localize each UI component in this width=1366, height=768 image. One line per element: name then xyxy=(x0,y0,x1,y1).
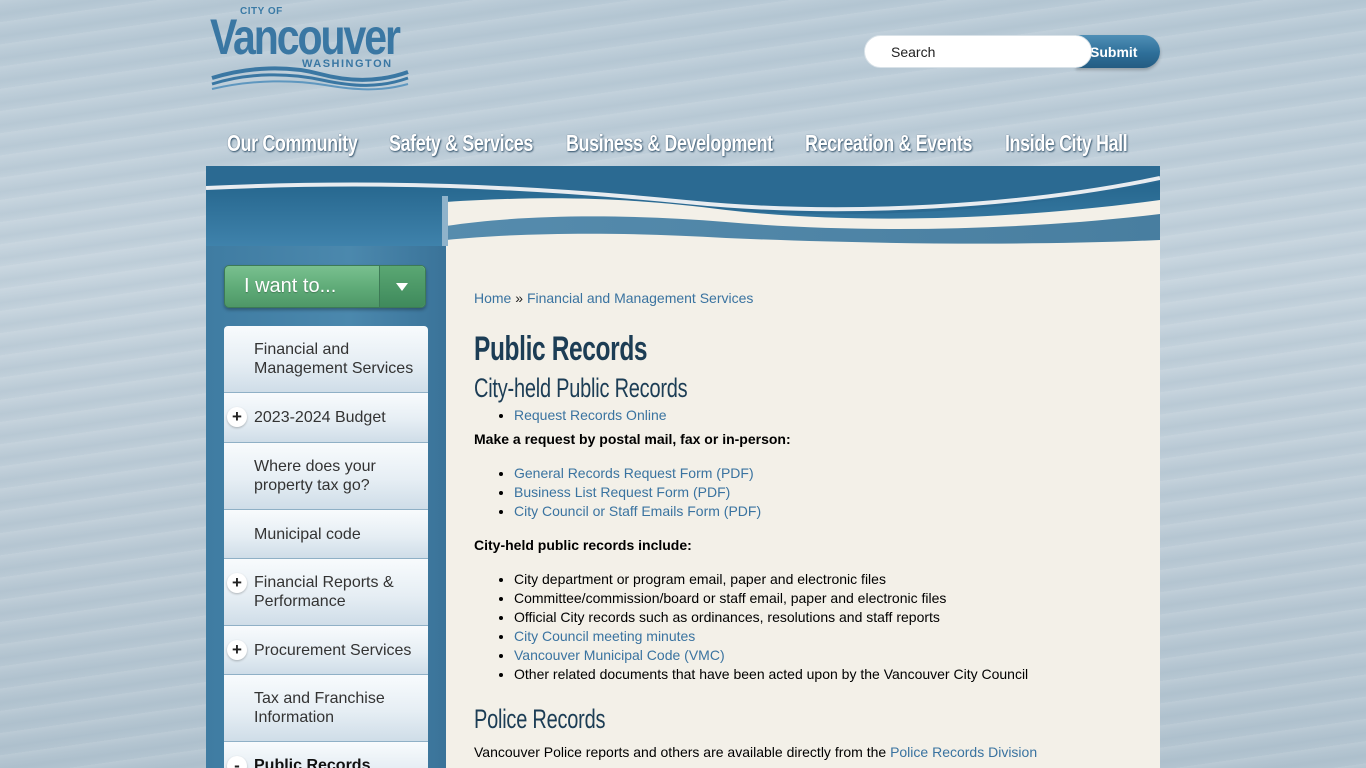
sidebar-item-procurement[interactable]: + Procurement Services xyxy=(224,626,428,675)
city-logo[interactable]: CITY OF Vancouver WASHINGTON xyxy=(210,6,410,92)
sidebar-item-municipal-code[interactable]: Municipal code xyxy=(224,510,428,559)
municipal-code-link[interactable]: Vancouver Municipal Code (VMC) xyxy=(514,647,725,663)
search-input[interactable] xyxy=(864,35,1092,68)
breadcrumb-parent-link[interactable]: Financial and Management Services xyxy=(527,290,753,306)
sidebar-item-financial-reports[interactable]: + Financial Reports & Performance xyxy=(224,559,428,626)
council-emails-form-link[interactable]: City Council or Staff Emails Form (PDF) xyxy=(514,503,761,519)
nav-safety-services[interactable]: Safety & Services xyxy=(389,130,533,157)
sidebar-item-label: Where does your property tax go? xyxy=(254,458,376,494)
sidebar-item-budget[interactable]: + 2023-2024 Budget xyxy=(224,393,428,443)
sidebar-item-property-tax[interactable]: Where does your property tax go? xyxy=(224,443,428,510)
mail-request-lead: Make a request by postal mail, fax or in… xyxy=(474,431,791,447)
content-frame: I want to... Financial and Management Se… xyxy=(206,166,1160,768)
sidebar-item-label: Tax and Franchise Information xyxy=(254,690,385,726)
list-item: City department or program email, paper … xyxy=(514,570,1134,589)
expand-plus-icon[interactable]: + xyxy=(227,407,247,427)
nav-recreation-events[interactable]: Recreation & Events xyxy=(805,130,972,157)
list-item: General Records Request Form (PDF) xyxy=(514,464,1134,483)
i-want-to-dropdown[interactable]: I want to... xyxy=(224,265,426,308)
sidebar-item-tax-franchise[interactable]: Tax and Franchise Information xyxy=(224,675,428,742)
page-title: Public Records xyxy=(474,330,648,368)
wave-banner xyxy=(206,166,1160,246)
breadcrumb-home-link[interactable]: Home xyxy=(474,290,511,306)
nav-business-development[interactable]: Business & Development xyxy=(566,130,773,157)
site-search: Submit xyxy=(864,35,1160,69)
request-online-link[interactable]: Request Records Online xyxy=(514,407,667,423)
list-item: Vancouver Municipal Code (VMC) xyxy=(514,646,1134,665)
business-list-form-link[interactable]: Business List Request Form (PDF) xyxy=(514,484,730,500)
logo-waves-icon xyxy=(211,66,409,91)
sidebar-menu: Financial and Management Services + 2023… xyxy=(224,326,428,768)
general-records-form-link[interactable]: General Records Request Form (PDF) xyxy=(514,465,754,481)
section-heading-city-held: City-held Public Records xyxy=(474,373,688,403)
sidebar-item-label: Procurement Services xyxy=(254,642,412,659)
i-want-to-label: I want to... xyxy=(244,275,337,297)
police-records-text: Vancouver Police reports and others are … xyxy=(474,743,1134,761)
main-navigation: Our Community Safety & Services Business… xyxy=(210,128,1160,164)
list-item: Official City records such as ordinances… xyxy=(514,608,1134,627)
sidebar-item-public-records[interactable]: - Public Records xyxy=(224,742,428,768)
expand-plus-icon[interactable]: + xyxy=(227,640,247,660)
records-include-list: City department or program email, paper … xyxy=(514,570,1134,684)
sidebar-item-label: Financial Reports & Performance xyxy=(254,574,394,610)
records-include-lead: City-held public records include: xyxy=(474,537,692,553)
sidebar-item-label: Financial and Management Services xyxy=(254,341,414,377)
collapse-minus-icon[interactable]: - xyxy=(227,756,247,768)
breadcrumb-separator: » xyxy=(515,290,524,306)
list-item: Business List Request Form (PDF) xyxy=(514,483,1134,502)
main-content: Home » Financial and Management Services… xyxy=(474,290,1134,761)
list-item: Request Records Online xyxy=(514,406,1134,425)
forms-list: General Records Request Form (PDF) Busin… xyxy=(514,464,1134,521)
list-item: City Council or Staff Emails Form (PDF) xyxy=(514,502,1134,521)
list-item: Other related documents that have been a… xyxy=(514,665,1134,684)
sidebar-item-label: Public Records xyxy=(254,757,371,768)
list-item: Committee/commission/board or staff emai… xyxy=(514,589,1134,608)
council-minutes-link[interactable]: City Council meeting minutes xyxy=(514,628,695,644)
sidebar-item-label: Municipal code xyxy=(254,526,361,543)
nav-inside-city-hall[interactable]: Inside City Hall xyxy=(1005,130,1128,157)
nav-our-community[interactable]: Our Community xyxy=(227,130,358,157)
expand-plus-icon[interactable]: + xyxy=(227,573,247,593)
online-request-list: Request Records Online xyxy=(514,406,1134,425)
police-records-division-link[interactable]: Police Records Division xyxy=(890,744,1037,760)
breadcrumb: Home » Financial and Management Services xyxy=(474,290,1134,306)
police-records-intro: Vancouver Police reports and others are … xyxy=(474,744,891,760)
list-item: City Council meeting minutes xyxy=(514,627,1134,646)
sidebar-item-financial-management[interactable]: Financial and Management Services xyxy=(224,326,428,393)
section-heading-police: Police Records xyxy=(474,704,606,734)
sidebar-item-label: 2023-2024 Budget xyxy=(254,409,386,426)
dropdown-arrow-icon[interactable] xyxy=(379,266,425,307)
